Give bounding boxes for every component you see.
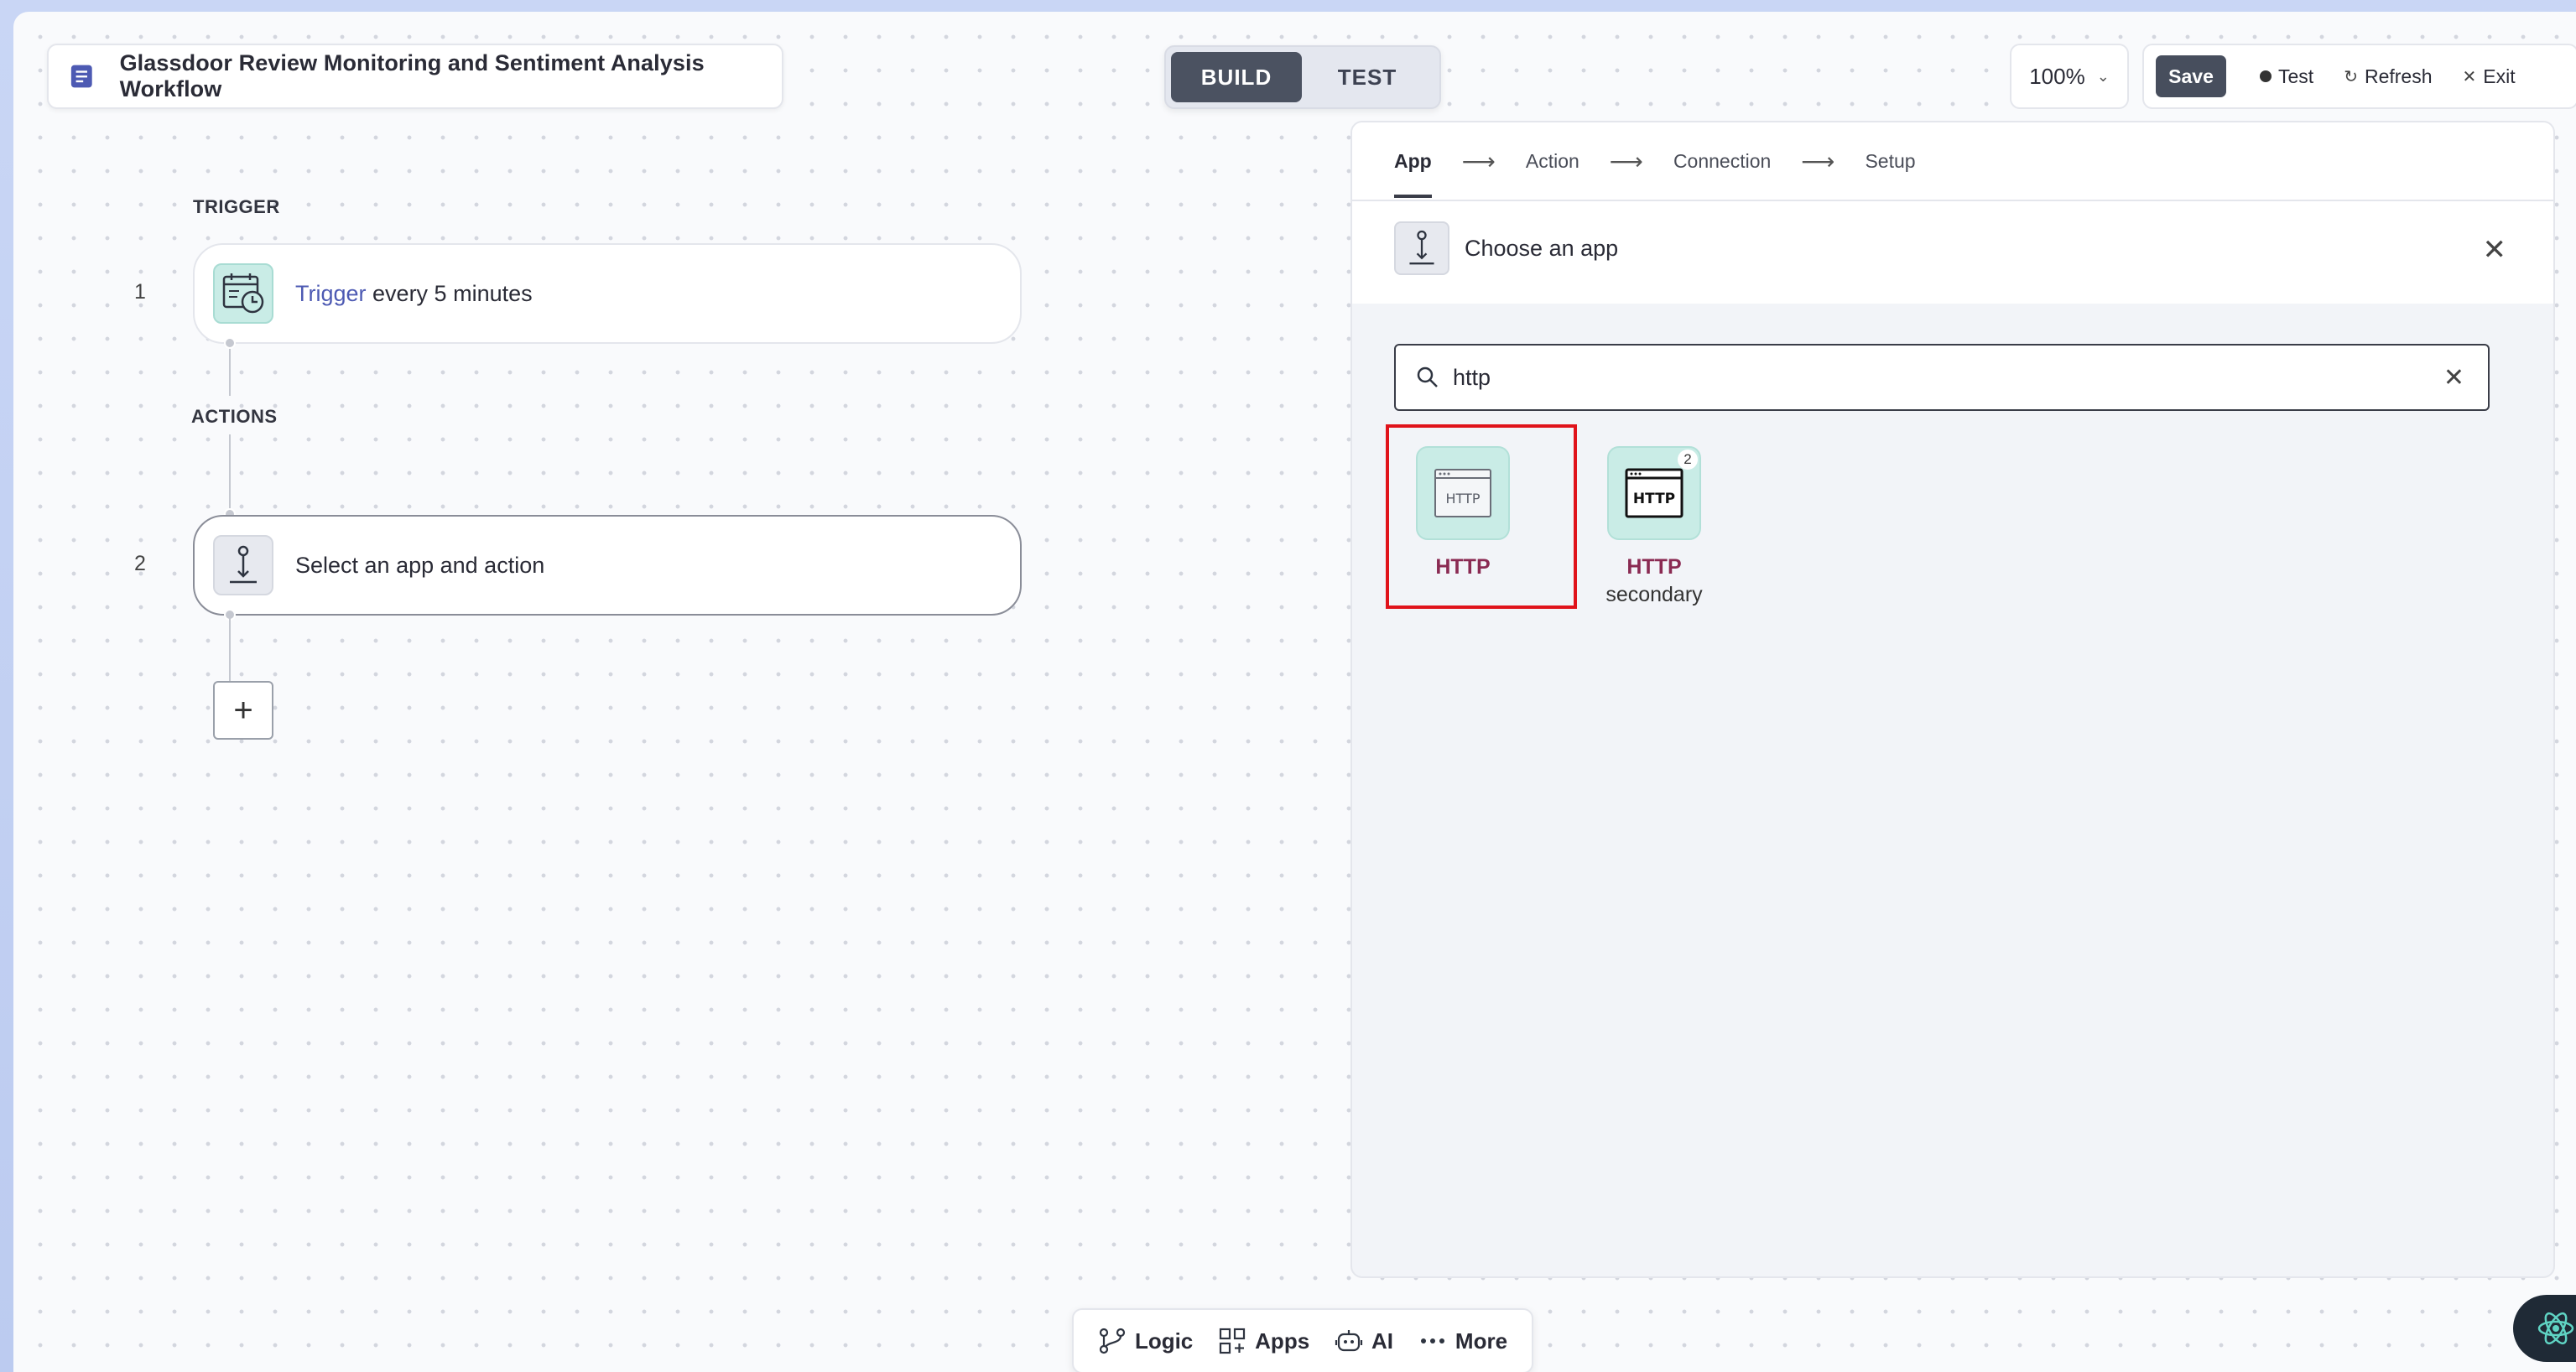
app-search-input[interactable]: http ✕ bbox=[1394, 344, 2490, 411]
apps-label: Apps bbox=[1255, 1328, 1310, 1354]
arrow-right-icon: ⟶ bbox=[1461, 148, 1496, 174]
app-sublabel: secondary bbox=[1605, 583, 1703, 606]
record-icon bbox=[2260, 70, 2272, 82]
refresh-button[interactable]: ↻ Refresh bbox=[2344, 65, 2432, 88]
test-label: Test bbox=[2278, 65, 2314, 87]
trigger-step-card[interactable]: Trigger every 5 minutes bbox=[193, 243, 1022, 344]
app-selector-panel: App ⟶ Action ⟶ Connection ⟶ Setup Choose… bbox=[1350, 121, 2555, 1278]
workflow-title: Glassdoor Review Monitoring and Sentimen… bbox=[119, 50, 705, 101]
step-number: 1 bbox=[134, 280, 146, 304]
robot-icon bbox=[1335, 1330, 1363, 1352]
connector-line bbox=[229, 344, 231, 396]
test-button[interactable]: Test bbox=[2260, 65, 2313, 88]
workflow-title-card[interactable]: Glassdoor Review Monitoring and Sentimen… bbox=[47, 44, 783, 109]
setup-steps-nav: App ⟶ Action ⟶ Connection ⟶ Setup bbox=[1394, 122, 1916, 200]
test-mode-button[interactable]: TEST bbox=[1302, 52, 1433, 102]
connector-dot bbox=[224, 337, 236, 349]
refresh-icon: ↻ bbox=[2344, 67, 2358, 86]
trigger-description: every 5 minutes bbox=[366, 280, 533, 306]
arrow-right-icon: ⟶ bbox=[1801, 148, 1835, 174]
more-label: More bbox=[1455, 1328, 1508, 1354]
selection-highlight bbox=[1386, 424, 1577, 609]
calendar-clock-icon bbox=[213, 263, 273, 324]
add-step-button[interactable]: + bbox=[213, 681, 273, 740]
logic-icon bbox=[1099, 1328, 1126, 1354]
document-icon bbox=[70, 65, 92, 88]
close-panel-icon[interactable]: ✕ bbox=[2483, 233, 2507, 267]
actions-section-label: ACTIONS bbox=[191, 406, 278, 427]
http-icon: HTTP 2 bbox=[1607, 446, 1701, 540]
select-app-step-card[interactable]: Select an app and action bbox=[193, 515, 1022, 616]
pin-icon bbox=[213, 535, 273, 595]
save-button[interactable]: Save bbox=[2156, 55, 2226, 97]
action-bar: Save Test ↻ Refresh ✕ Exit bbox=[2142, 44, 2576, 109]
search-value: http bbox=[1453, 364, 1491, 390]
trigger-step-text: Trigger every 5 minutes bbox=[295, 281, 533, 307]
trigger-link[interactable]: Trigger bbox=[295, 281, 367, 306]
app-tile-http-secondary[interactable]: HTTP 2 HTTP secondary bbox=[1587, 446, 1721, 607]
more-button[interactable]: More bbox=[1418, 1327, 1507, 1355]
step-number: 2 bbox=[134, 552, 146, 575]
app-label: HTTP bbox=[1626, 555, 1682, 579]
logic-label: Logic bbox=[1134, 1328, 1194, 1354]
apps-grid-icon bbox=[1220, 1328, 1246, 1354]
nav-app[interactable]: App bbox=[1394, 150, 1432, 198]
logic-button[interactable]: Logic bbox=[1098, 1327, 1193, 1355]
apps-button[interactable]: Apps bbox=[1218, 1327, 1309, 1355]
exit-button[interactable]: ✕ Exit bbox=[2463, 65, 2516, 88]
version-badge: 2 bbox=[1678, 450, 1698, 470]
choose-app-header: Choose an app bbox=[1394, 221, 1618, 275]
more-dots-icon bbox=[1420, 1338, 1444, 1343]
canvas: Glassdoor Review Monitoring and Sentimen… bbox=[13, 12, 2576, 1372]
ai-label: AI bbox=[1371, 1328, 1394, 1354]
assistant-button[interactable] bbox=[2513, 1295, 2576, 1362]
search-icon bbox=[1417, 366, 1438, 387]
nav-connection[interactable]: Connection bbox=[1673, 150, 1771, 173]
select-app-text: Select an app and action bbox=[295, 552, 545, 578]
trigger-section-label: TRIGGER bbox=[193, 196, 280, 217]
zoom-dropdown[interactable]: 100% ⌄ bbox=[2010, 44, 2129, 109]
atom-icon bbox=[2537, 1312, 2574, 1345]
ai-button[interactable]: AI bbox=[1335, 1327, 1393, 1355]
connector-line bbox=[229, 434, 231, 512]
mode-toggle: BUILD TEST bbox=[1164, 45, 1441, 109]
chevron-down-icon: ⌄ bbox=[2096, 67, 2110, 85]
connector-line bbox=[229, 617, 231, 681]
choose-app-title: Choose an app bbox=[1465, 235, 1619, 261]
close-icon: ✕ bbox=[2462, 67, 2477, 86]
nav-setup[interactable]: Setup bbox=[1865, 150, 1915, 173]
refresh-label: Refresh bbox=[2364, 65, 2433, 87]
clear-search-icon[interactable]: ✕ bbox=[2443, 363, 2464, 392]
build-mode-button[interactable]: BUILD bbox=[1171, 52, 1302, 102]
exit-label: Exit bbox=[2483, 65, 2516, 87]
arrow-right-icon: ⟶ bbox=[1609, 148, 1643, 174]
zoom-value: 100% bbox=[2029, 63, 2085, 89]
pin-icon bbox=[1394, 221, 1449, 275]
nav-action[interactable]: Action bbox=[1526, 150, 1579, 173]
bottom-toolbar: Logic Apps AI More bbox=[1072, 1308, 1533, 1372]
svg-text:HTTP: HTTP bbox=[1633, 491, 1675, 507]
divider bbox=[1352, 200, 2553, 201]
